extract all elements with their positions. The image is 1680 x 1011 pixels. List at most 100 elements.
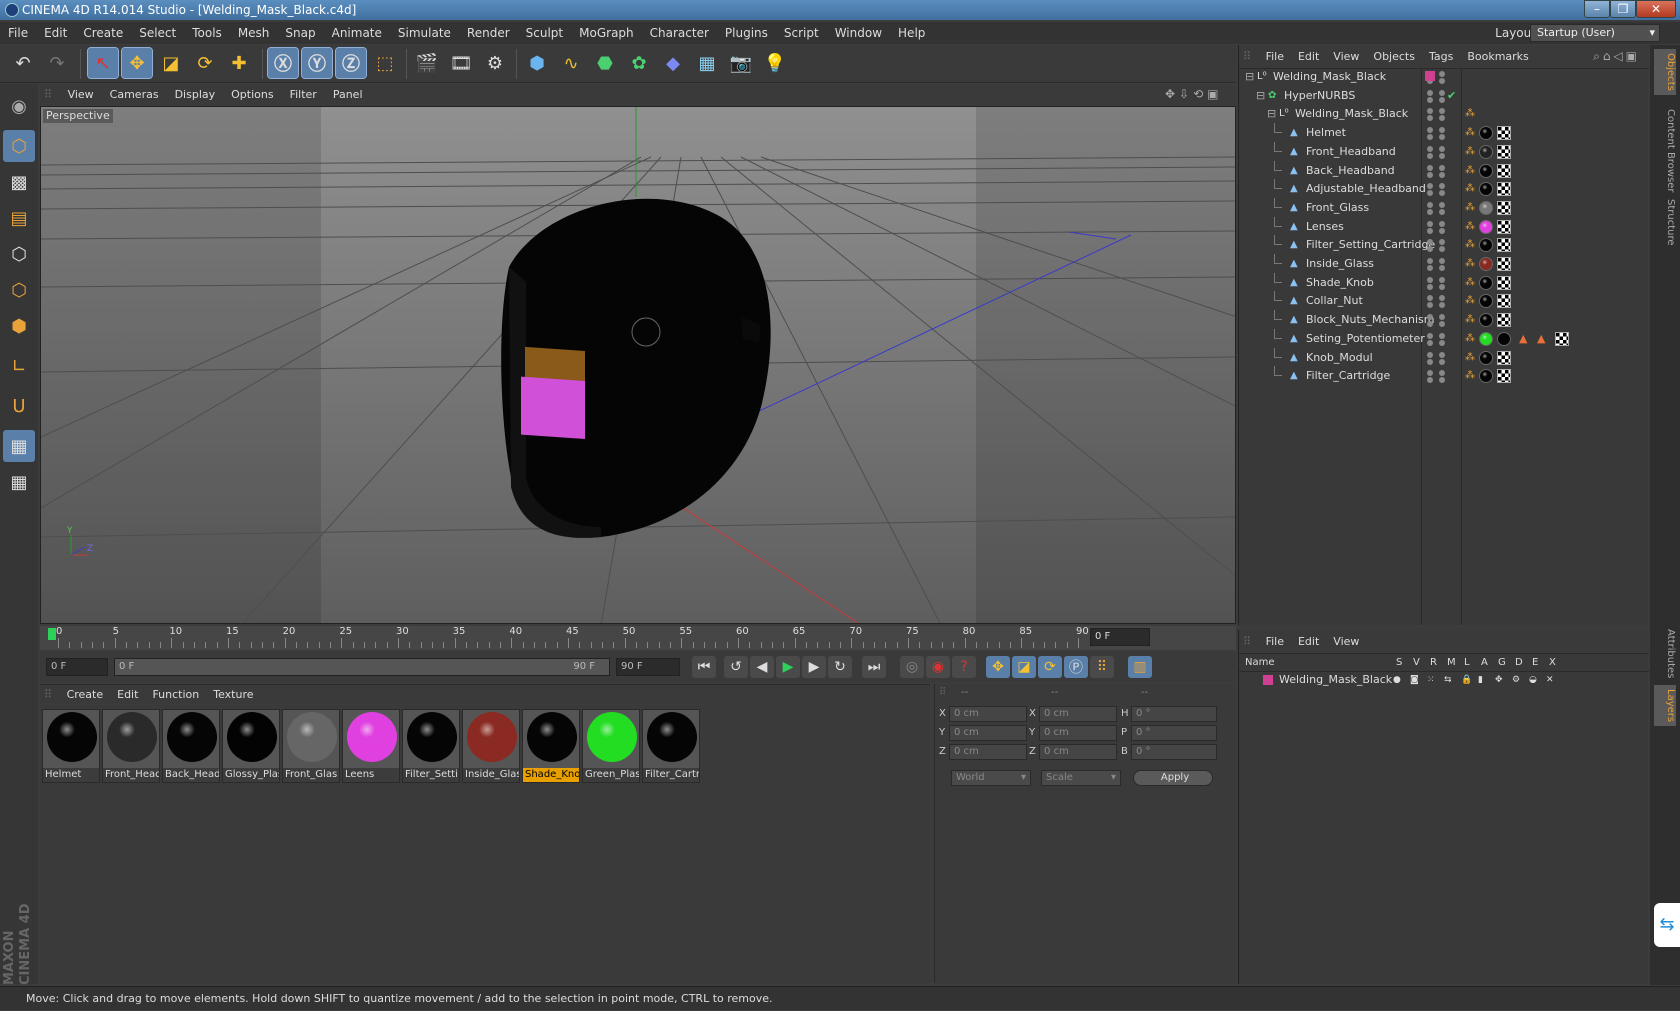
visibility-dot[interactable] [1427, 332, 1433, 339]
editor-dot[interactable] [1439, 239, 1445, 246]
maximize-button[interactable]: ❐ [1610, 0, 1636, 18]
end-frame-field[interactable]: 90 F [616, 658, 680, 676]
material-tag-icon[interactable] [1479, 163, 1493, 178]
editor-dot[interactable] [1439, 89, 1445, 96]
layer-col-name[interactable]: Name [1245, 657, 1275, 668]
points-mode-icon[interactable]: ⬡ [3, 238, 35, 270]
material-tag-icon[interactable] [1479, 182, 1493, 197]
visibility-dot[interactable] [1427, 258, 1433, 264]
tab-objects[interactable]: Objects [1654, 49, 1676, 95]
menu-mesh[interactable]: Mesh [230, 22, 278, 44]
material-tag-icon[interactable] [1479, 275, 1493, 290]
editor-dot[interactable] [1439, 351, 1445, 358]
object-row[interactable]: ▲ Filter_Cartridge ⁂ [1239, 366, 1649, 386]
keyframe-selection-icon[interactable]: ? [952, 656, 976, 678]
visibility-dot[interactable] [1427, 201, 1433, 208]
layer-col-g[interactable]: G [1498, 657, 1506, 668]
render2-dot[interactable] [1439, 208, 1445, 215]
render-dot[interactable] [1427, 171, 1433, 178]
editor-dot[interactable] [1439, 145, 1445, 152]
editor-dot[interactable] [1439, 258, 1445, 264]
uvw-tag-icon[interactable] [1497, 126, 1511, 141]
render2-dot[interactable] [1439, 339, 1445, 346]
model-mode-icon[interactable]: ⬡ [3, 130, 35, 162]
material-menu-texture[interactable]: Texture [206, 685, 260, 705]
timeline-ruler[interactable]: 0 5 10 15 20 25 30 35 40 45 50 55 60 65 70 75 80 85 90 0 F [40, 626, 1236, 650]
visibility-dot[interactable] [1427, 145, 1433, 152]
editor-dot[interactable] [1439, 370, 1445, 377]
menu-simulate[interactable]: Simulate [390, 22, 459, 44]
edges-mode-icon[interactable]: ⬡ [3, 274, 35, 306]
object-row[interactable]: ▲ Collar_Nut ⁂ [1239, 291, 1649, 311]
render-dot[interactable] [1427, 302, 1433, 309]
menu-create[interactable]: Create [75, 22, 131, 44]
material-tag-icon[interactable] [1479, 126, 1493, 141]
object-row[interactable]: ▲ Block_Nuts_Mechanism ⁂ [1239, 310, 1649, 330]
material-tag-icon[interactable] [1479, 200, 1493, 215]
object-row[interactable]: ▲ Front_Glass ⁂ [1239, 197, 1649, 218]
object-row[interactable]: ▲ Filter_Setting_Cartridge ⁂ [1239, 235, 1649, 255]
coord-value-field[interactable]: 0 ° [1131, 706, 1217, 722]
render-dot[interactable] [1427, 283, 1433, 290]
editor-dot[interactable] [1439, 314, 1445, 321]
material-swatch[interactable]: Front_Glas [282, 709, 340, 783]
material-tag-icon[interactable] [1479, 238, 1493, 253]
viewport-menu-display[interactable]: Display [167, 85, 224, 105]
layer-col-d[interactable]: D [1515, 657, 1523, 668]
material-tag-icon[interactable] [1479, 257, 1493, 271]
expand-icon[interactable]: ⊟ [1267, 104, 1276, 124]
next-key-icon[interactable]: ↻ [828, 656, 852, 678]
coord-value-field[interactable]: 0 cm [1039, 725, 1117, 741]
material-tag-icon[interactable] [1479, 219, 1493, 234]
tab-content-browser[interactable]: Content Browser [1654, 105, 1676, 196]
material-swatch[interactable]: Inside_Glas [462, 709, 520, 783]
snap-magnet-icon[interactable]: U [3, 390, 35, 422]
uvw-tag-icon[interactable] [1497, 144, 1511, 159]
object-row[interactable]: ▲ Shade_Knob ⁂ [1239, 272, 1649, 293]
render-picture-viewer-icon[interactable]: 🎞 [446, 48, 476, 78]
visibility-dot[interactable] [1427, 276, 1433, 283]
editor-dot[interactable] [1439, 127, 1445, 134]
editor-dot[interactable] [1439, 220, 1445, 227]
perspective-viewport[interactable]: Y Z Perspective [40, 106, 1236, 624]
planar-workplane-icon[interactable]: ▦ [3, 466, 35, 498]
menu-script[interactable]: Script [776, 22, 827, 44]
make-editable-icon[interactable]: ◉ [3, 90, 35, 122]
next-frame-icon[interactable]: ▶ [802, 656, 826, 678]
live-selection-icon[interactable]: ↖ [87, 47, 119, 79]
object-menu-view[interactable]: View [1326, 45, 1366, 69]
render2-dot[interactable] [1439, 358, 1445, 365]
editor-dot[interactable] [1439, 183, 1445, 190]
uvw-tag-icon[interactable] [1497, 257, 1511, 271]
key-parameter-icon[interactable]: Ⓟ [1064, 656, 1088, 678]
layer-toggle-icon[interactable]: ◒ [1529, 672, 1537, 688]
uvw-tag-icon[interactable] [1497, 369, 1511, 384]
menu-snap[interactable]: Snap [277, 22, 323, 44]
expand-icon[interactable]: ⊟ [1256, 86, 1265, 106]
render2-dot[interactable] [1439, 283, 1445, 290]
render2-dot[interactable] [1439, 265, 1445, 271]
move-tool-icon[interactable]: ✥ [121, 47, 153, 79]
menu-edit[interactable]: Edit [36, 22, 75, 44]
render-dot[interactable] [1427, 208, 1433, 215]
menu-sculpt[interactable]: Sculpt [518, 22, 571, 44]
layer-col-m[interactable]: M [1447, 657, 1456, 668]
key-pla-icon[interactable]: ⠿ [1090, 656, 1114, 678]
object-row[interactable]: ▲ Back_Headband ⁂ [1239, 160, 1649, 181]
material-menu-function[interactable]: Function [145, 685, 206, 705]
render-dot[interactable] [1427, 152, 1433, 159]
render2-dot[interactable] [1439, 78, 1445, 84]
editor-dot[interactable] [1439, 201, 1445, 208]
visibility-dot[interactable] [1427, 295, 1433, 302]
enabled-check-icon[interactable]: ✔ [1447, 86, 1456, 106]
viewport-menu-filter[interactable]: Filter [282, 85, 325, 105]
object-menu-bookmarks[interactable]: Bookmarks [1460, 45, 1535, 69]
scale-select[interactable]: Scale ▾ [1041, 770, 1121, 786]
render2-dot[interactable] [1439, 171, 1445, 178]
material-swatch[interactable]: Green_Plas [582, 709, 640, 783]
apply-button[interactable]: Apply [1133, 770, 1213, 786]
object-row[interactable]: ▲ Adjustable_Headband ⁂ [1239, 179, 1649, 199]
render2-dot[interactable] [1439, 227, 1445, 234]
render2-dot[interactable] [1439, 302, 1445, 309]
render-dot[interactable] [1427, 115, 1433, 122]
